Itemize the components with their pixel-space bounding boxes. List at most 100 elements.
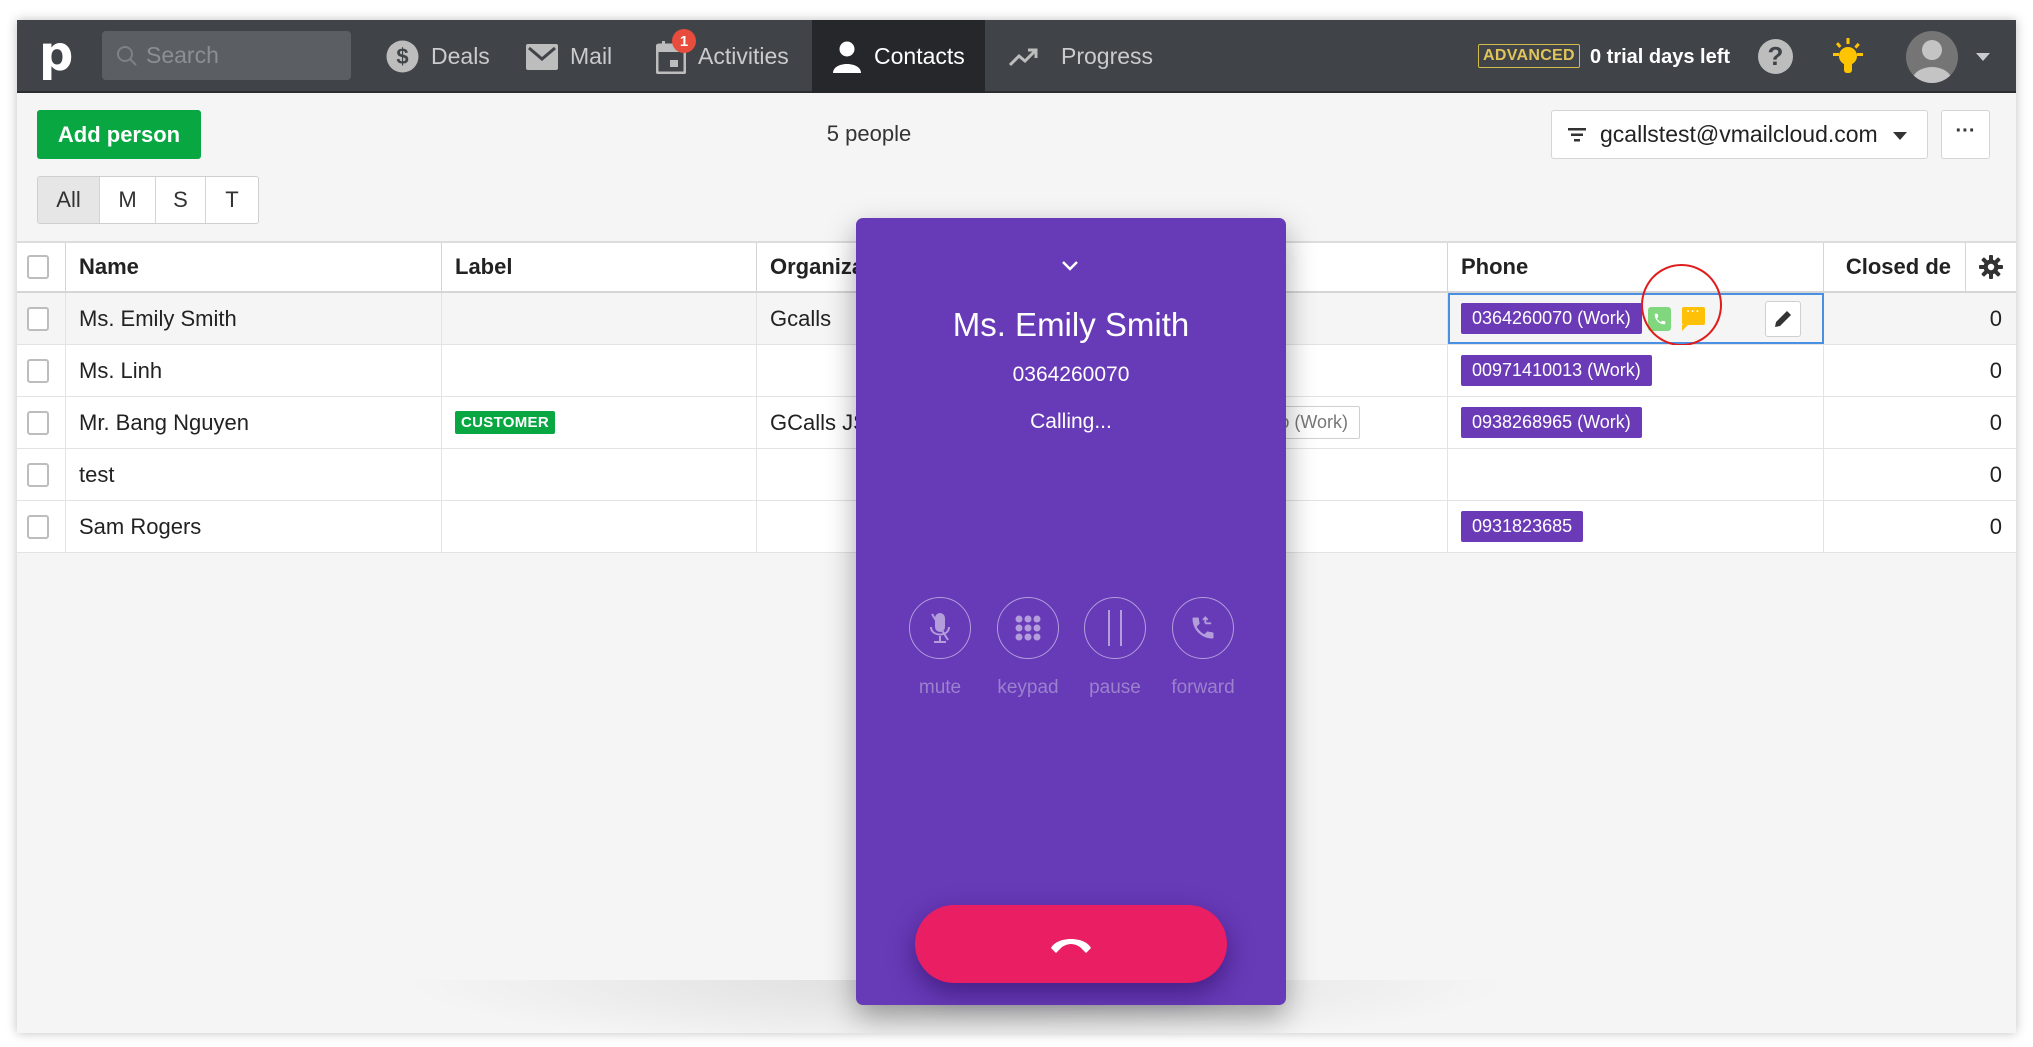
- nav-contacts-label: Contacts: [874, 43, 965, 69]
- nav-deals-label: Deals: [431, 43, 490, 69]
- chevron-down-icon[interactable]: [1976, 53, 1990, 61]
- row-checkbox[interactable]: [27, 514, 49, 539]
- pipedrive-logo[interactable]: p: [39, 28, 73, 80]
- alphabet-filter: All M S T: [37, 176, 259, 224]
- row-checkbox-cell: [17, 345, 66, 396]
- phone-tag[interactable]: 00971410013 (Work): [1461, 355, 1652, 386]
- cell-closed-deals: 0: [1989, 461, 2002, 487]
- cell-phone[interactable]: 0938268965 (Work): [1448, 397, 1824, 448]
- letter-filter-all[interactable]: All: [38, 177, 100, 223]
- cell-name[interactable]: Mr. Bang Nguyen: [66, 397, 442, 448]
- call-number: 0364260070: [1012, 363, 1130, 386]
- caret-down-icon: [1893, 132, 1907, 140]
- trial-days-text[interactable]: 0 trial days left: [1590, 44, 1730, 70]
- more-options-button[interactable]: ···: [1941, 110, 1990, 159]
- row-checkbox[interactable]: [27, 410, 49, 435]
- trend-icon: [1009, 47, 1039, 67]
- row-checkbox-cell: [17, 293, 66, 344]
- phone-tag[interactable]: 0938268965 (Work): [1461, 407, 1642, 438]
- call-controls: mute keypad pause forward: [908, 597, 1238, 717]
- people-count: 5 people: [826, 121, 912, 146]
- row-checkbox[interactable]: [27, 358, 49, 383]
- user-avatar[interactable]: [1906, 31, 1958, 83]
- row-checkbox[interactable]: [27, 462, 49, 487]
- call-widget: Ms. Emily Smith 0364260070 Calling... mu…: [856, 218, 1286, 1005]
- app-window: p $ Deals Mail 1 Activities: [17, 20, 2016, 1033]
- owner-filter-dropdown[interactable]: gcallstest@vmailcloud.com: [1551, 110, 1928, 159]
- sms-dots: ···: [1686, 306, 1701, 318]
- person-icon: [832, 41, 862, 73]
- search-box[interactable]: [102, 31, 351, 80]
- column-phone[interactable]: Phone: [1448, 243, 1824, 291]
- search-icon: [117, 46, 137, 66]
- phone-tag[interactable]: 0364260070 (Work): [1461, 303, 1642, 334]
- cell-phone[interactable]: 0364260070 (Work) ···: [1448, 264, 1824, 346]
- plan-badge[interactable]: ADVANCED: [1478, 44, 1580, 68]
- label-badge: CUSTOMER: [455, 411, 555, 434]
- keypad-button[interactable]: keypad: [996, 597, 1060, 699]
- cell-label: [442, 449, 757, 500]
- row-checkbox-cell: [17, 449, 66, 500]
- activities-badge: 1: [672, 29, 696, 53]
- nav-progress[interactable]: Progress: [1009, 20, 1153, 93]
- svg-text:$: $: [396, 44, 408, 69]
- column-name[interactable]: Name: [66, 243, 442, 291]
- filter-value: gcallstest@vmailcloud.com: [1600, 121, 1878, 147]
- lightbulb-icon[interactable]: [1829, 36, 1867, 85]
- header-checkbox-cell: [17, 243, 66, 291]
- column-settings[interactable]: [1966, 243, 2016, 291]
- cell-label: CUSTOMER: [442, 397, 757, 448]
- cell-closed-deals: 0: [1989, 305, 2002, 331]
- pause-button[interactable]: pause: [1083, 597, 1147, 699]
- nav-deals[interactable]: $ Deals: [386, 20, 490, 93]
- nav-activities[interactable]: 1 Activities: [656, 20, 789, 93]
- select-all-checkbox[interactable]: [27, 255, 49, 279]
- cell-phone[interactable]: 00971410013 (Work): [1448, 345, 1824, 396]
- row-checkbox[interactable]: [27, 306, 49, 331]
- column-closed-deals[interactable]: Closed de: [1824, 243, 1966, 291]
- help-icon[interactable]: ?: [1758, 39, 1793, 74]
- call-status: Calling...: [1030, 410, 1112, 433]
- mute-icon: [930, 613, 950, 643]
- cell-name[interactable]: test: [66, 449, 442, 500]
- cell-closed-deals: 0: [1989, 409, 2002, 435]
- dollar-icon: $: [386, 40, 419, 73]
- letter-filter-m[interactable]: M: [100, 177, 156, 223]
- cell-label: [442, 293, 757, 344]
- sms-icon[interactable]: ···: [1682, 306, 1705, 331]
- top-nav: p $ Deals Mail 1 Activities: [17, 20, 2016, 93]
- forward-icon: [1192, 616, 1214, 639]
- pause-icon: [1108, 610, 1122, 646]
- cell-name[interactable]: Ms. Linh: [66, 345, 442, 396]
- cell-label: [442, 345, 757, 396]
- cell-name[interactable]: Ms. Emily Smith: [66, 293, 442, 344]
- nav-mail[interactable]: Mail: [526, 20, 612, 93]
- letter-filter-s[interactable]: S: [156, 177, 206, 223]
- letter-filter-t[interactable]: T: [206, 177, 258, 223]
- forward-button[interactable]: forward: [1171, 597, 1235, 699]
- forward-label: forward: [1171, 677, 1235, 698]
- pencil-icon: [1775, 311, 1791, 327]
- edit-phone-button[interactable]: [1765, 301, 1801, 337]
- mail-icon: [526, 43, 558, 70]
- row-checkbox-cell: [17, 397, 66, 448]
- add-person-button[interactable]: Add person: [37, 110, 201, 159]
- mute-button[interactable]: mute: [908, 597, 972, 699]
- hangup-icon: [1051, 939, 1091, 953]
- row-checkbox-cell: [17, 501, 66, 552]
- cell-name[interactable]: Sam Rogers: [66, 501, 442, 552]
- nav-progress-label: Progress: [1061, 43, 1154, 69]
- gear-icon: [1979, 255, 2003, 279]
- column-label[interactable]: Label: [442, 243, 757, 291]
- cell-label: [442, 501, 757, 552]
- phone-tag[interactable]: 0931823685: [1461, 511, 1584, 542]
- collapse-chevron-icon[interactable]: [1056, 258, 1084, 279]
- cell-closed-deals: 0: [1989, 513, 2002, 539]
- search-input[interactable]: [146, 31, 336, 80]
- hangup-button[interactable]: [915, 905, 1227, 983]
- nav-contacts[interactable]: Contacts: [812, 20, 985, 93]
- call-contact-name: Ms. Emily Smith: [952, 306, 1190, 343]
- nav-mail-label: Mail: [570, 43, 613, 69]
- cell-phone[interactable]: 0931823685: [1448, 501, 1824, 552]
- phone-call-icon[interactable]: [1648, 307, 1671, 331]
